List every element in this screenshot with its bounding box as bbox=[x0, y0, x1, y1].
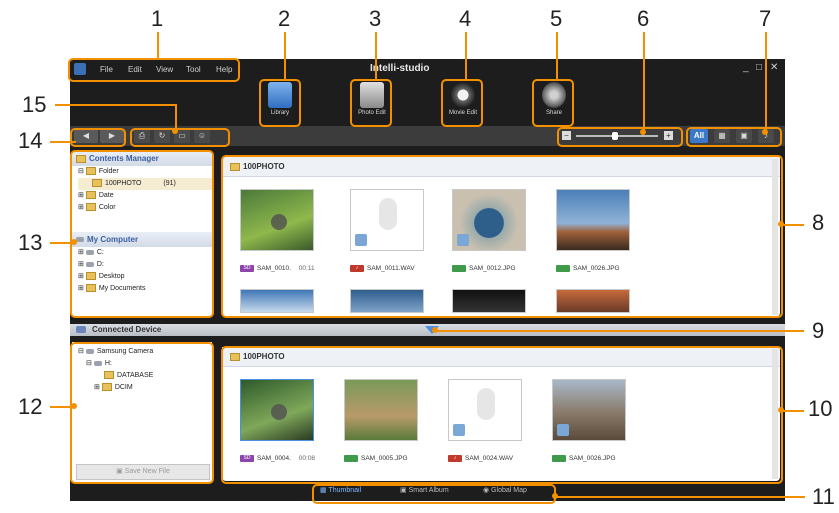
leader-line bbox=[55, 104, 175, 106]
callout-box-tools bbox=[130, 128, 230, 147]
leader-dot bbox=[432, 327, 438, 333]
callout-number: 13 bbox=[18, 230, 43, 255]
leader-line bbox=[50, 406, 72, 408]
leader-line bbox=[50, 242, 72, 244]
callout-box-gallery-bottom bbox=[221, 346, 783, 484]
leader-line bbox=[436, 330, 804, 332]
mode-bar: Library Photo Edit Movie Edit Share bbox=[70, 81, 785, 125]
leader-line bbox=[782, 410, 804, 412]
device-icon bbox=[76, 326, 86, 333]
leader-dot bbox=[778, 221, 784, 227]
leader-dot bbox=[552, 493, 558, 499]
leader-line bbox=[284, 32, 286, 80]
callout-number: 9 bbox=[812, 318, 825, 343]
callout-box-share bbox=[532, 79, 574, 127]
callout-box-sidebar bbox=[70, 150, 214, 318]
leader-dot bbox=[762, 129, 768, 135]
app-title: Intelli-studio bbox=[370, 63, 430, 74]
callout-number: 11 bbox=[812, 484, 835, 509]
callout-box-movie-edit bbox=[441, 79, 483, 127]
connected-device-title: Connected Device bbox=[92, 325, 162, 334]
leader-line bbox=[465, 32, 467, 80]
callout-number: 3 bbox=[369, 6, 382, 31]
callout-number: 12 bbox=[18, 394, 43, 419]
maximize-icon[interactable]: □ bbox=[756, 62, 762, 73]
callout-box-menu bbox=[68, 58, 240, 82]
leader-line bbox=[765, 32, 767, 132]
callout-box-view-tabs bbox=[312, 484, 556, 504]
callout-box-nav bbox=[70, 128, 126, 147]
close-icon[interactable]: ✕ bbox=[770, 62, 778, 73]
leader-line bbox=[157, 32, 159, 60]
leader-dot bbox=[778, 407, 784, 413]
leader-dot bbox=[71, 403, 77, 409]
callout-number: 4 bbox=[459, 6, 472, 31]
leader-line bbox=[375, 32, 377, 80]
callout-box-gallery-top bbox=[221, 155, 783, 318]
callout-number: 6 bbox=[637, 6, 650, 31]
callout-number: 7 bbox=[759, 6, 772, 31]
callout-number: 2 bbox=[278, 6, 291, 31]
callout-number: 5 bbox=[550, 6, 563, 31]
leader-dot bbox=[71, 239, 77, 245]
callout-box-library bbox=[259, 79, 301, 127]
callout-number: 14 bbox=[18, 128, 43, 153]
minimize-icon[interactable]: _ bbox=[743, 62, 749, 73]
callout-number: 10 bbox=[808, 396, 833, 421]
leader-line bbox=[555, 496, 805, 498]
callout-box-photo-edit bbox=[350, 79, 392, 127]
leader-line bbox=[556, 32, 558, 80]
leader-dot bbox=[640, 129, 646, 135]
callout-number: 15 bbox=[22, 92, 47, 117]
callout-box-device-tree bbox=[70, 342, 214, 484]
leader-line bbox=[50, 141, 76, 143]
leader-dot bbox=[172, 128, 178, 134]
leader-line bbox=[643, 32, 645, 132]
callout-number: 8 bbox=[812, 210, 825, 235]
callout-number: 1 bbox=[151, 6, 164, 31]
callout-box-zoom bbox=[557, 127, 683, 147]
leader-line bbox=[782, 224, 804, 226]
